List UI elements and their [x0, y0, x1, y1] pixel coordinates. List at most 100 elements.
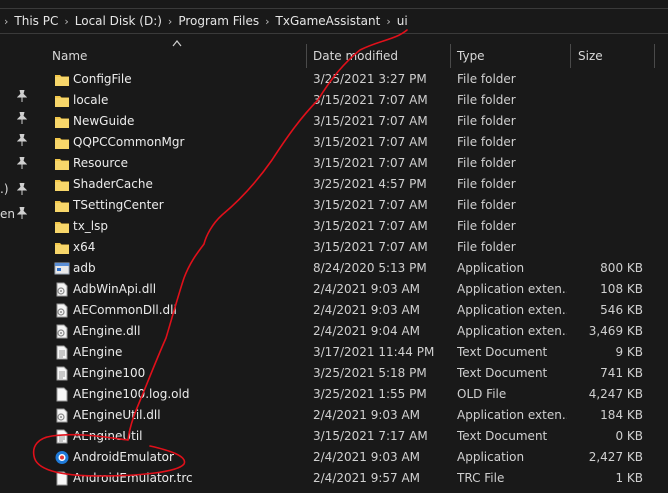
file-name: AEngineUtil — [73, 429, 143, 443]
file-size: 741 KB — [600, 366, 643, 380]
chevron-right-icon: › — [386, 14, 391, 28]
file-name: QQPCCommonMgr — [73, 135, 185, 149]
file-icon — [54, 387, 70, 402]
navigation-pane[interactable]: .) en — [0, 36, 34, 480]
column-divider[interactable] — [450, 44, 451, 68]
file-type: File folder — [457, 240, 516, 254]
file-date-modified: 2/4/2021 9:03 AM — [313, 303, 421, 317]
file-size: 2,427 KB — [588, 450, 643, 464]
file-row[interactable]: AEngine.dll 2/4/2021 9:04 AM Application e… — [44, 321, 668, 342]
column-header-date-modified[interactable]: Date modified — [313, 44, 398, 68]
file-icon — [54, 471, 70, 486]
folder-icon — [54, 240, 70, 255]
file-name: AECommonDll.dll — [73, 303, 177, 317]
file-size: 4,247 KB — [588, 387, 643, 401]
dll-icon — [54, 282, 70, 297]
column-divider[interactable] — [654, 44, 655, 68]
file-row[interactable]: AndroidEmulator 2/4/2021 9:03 AM Applicati… — [44, 447, 668, 468]
pin-icon[interactable] — [17, 157, 27, 169]
file-name: AdbWinApi.dll — [73, 282, 157, 296]
column-headers: Name Date modified Type Size — [44, 40, 668, 68]
file-name: TSettingCenter — [73, 198, 164, 212]
file-row[interactable]: AEngineUtil 3/15/2021 7:17 AM Text Documen… — [44, 426, 668, 447]
file-row[interactable]: QQPCCommonMgr 3/15/2021 7:07 AM File folde… — [44, 132, 668, 153]
folder-icon — [54, 219, 70, 234]
pin-icon[interactable] — [17, 90, 27, 102]
file-type: Application exten... — [457, 282, 567, 296]
file-date-modified: 2/4/2021 9:03 AM — [313, 450, 421, 464]
file-date-modified: 3/15/2021 7:07 AM — [313, 198, 428, 212]
file-name: Resource — [73, 156, 129, 170]
dll-icon — [54, 408, 70, 423]
file-type: File folder — [457, 177, 516, 191]
file-row[interactable]: AEngineUtil.dll 2/4/2021 9:03 AM Applicati… — [44, 405, 668, 426]
file-type: File folder — [457, 135, 516, 149]
file-type: File folder — [457, 198, 516, 212]
app-icon — [54, 261, 70, 276]
file-row[interactable]: AEngine100.log.old 3/25/2021 1:55 PM OLD F… — [44, 384, 668, 405]
chevron-right-icon: › — [4, 14, 9, 28]
dll-icon — [54, 303, 70, 318]
pin-icon[interactable] — [17, 134, 27, 146]
file-name: ShaderCache — [73, 177, 153, 191]
file-name: tx_lsp — [73, 219, 109, 233]
chevron-right-icon: › — [64, 14, 69, 28]
chevron-right-icon: › — [265, 14, 270, 28]
file-date-modified: 8/24/2020 5:13 PM — [313, 261, 427, 275]
column-header-size[interactable]: Size — [578, 44, 603, 68]
file-row[interactable]: AdbWinApi.dll 2/4/2021 9:03 AM Application… — [44, 279, 668, 300]
file-row[interactable]: AECommonDll.dll 2/4/2021 9:03 AM Applicati… — [44, 300, 668, 321]
pin-icon[interactable] — [17, 183, 27, 195]
file-date-modified: 2/4/2021 9:57 AM — [313, 471, 421, 485]
file-date-modified: 2/4/2021 9:03 AM — [313, 408, 421, 422]
file-list: ConfigFile 3/25/2021 3:27 PM File folder lo… — [44, 69, 668, 489]
file-row[interactable]: AEngine 3/17/2021 11:44 PM Text Document 9 … — [44, 342, 668, 363]
file-date-modified: 3/17/2021 11:44 PM — [313, 345, 435, 359]
file-row[interactable]: AEngine100 3/25/2021 5:18 PM Text Document… — [44, 363, 668, 384]
folder-icon — [54, 72, 70, 87]
file-row[interactable]: NewGuide 3/15/2021 7:07 AM File folder — [44, 111, 668, 132]
file-type: OLD File — [457, 387, 507, 401]
text-file-icon — [54, 366, 70, 381]
address-bar[interactable]: › This PC › Local Disk (D:) › Program Fi… — [0, 8, 668, 34]
breadcrumb-this-pc[interactable]: This PC — [14, 14, 58, 28]
column-header-name[interactable]: Name — [52, 44, 87, 68]
file-row[interactable]: AndroidEmulator.trc 2/4/2021 9:57 AM TRC F… — [44, 468, 668, 489]
file-row[interactable]: TSettingCenter 3/15/2021 7:07 AM File fold… — [44, 195, 668, 216]
breadcrumb-txgameassistant[interactable]: TxGameAssistant — [276, 14, 381, 28]
file-row[interactable]: ConfigFile 3/25/2021 3:27 PM File folder — [44, 69, 668, 90]
file-type: File folder — [457, 114, 516, 128]
file-date-modified: 3/25/2021 4:57 PM — [313, 177, 427, 191]
file-name: adb — [73, 261, 96, 275]
column-divider[interactable] — [306, 44, 307, 68]
file-row[interactable]: locale 3/15/2021 7:07 AM File folder — [44, 90, 668, 111]
pin-icon[interactable] — [17, 207, 27, 219]
column-header-type[interactable]: Type — [457, 44, 485, 68]
file-date-modified: 3/25/2021 3:27 PM — [313, 72, 427, 86]
file-name: AEngine100 — [73, 366, 146, 380]
breadcrumb-local-disk[interactable]: Local Disk (D:) — [75, 14, 162, 28]
pin-icon[interactable] — [17, 112, 27, 124]
file-row[interactable]: ShaderCache 3/25/2021 4:57 PM File folder — [44, 174, 668, 195]
file-type: File folder — [457, 72, 516, 86]
nav-item-fragment[interactable]: .) — [0, 182, 9, 196]
file-size: 184 KB — [600, 408, 643, 422]
chevron-right-icon: › — [167, 14, 173, 28]
text-file-icon — [54, 345, 70, 360]
file-type: File folder — [457, 156, 516, 170]
nav-item-fragment[interactable]: en — [0, 207, 15, 221]
file-row[interactable]: x64 3/15/2021 7:07 AM File folder — [44, 237, 668, 258]
file-size: 800 KB — [600, 261, 643, 275]
breadcrumb-ui[interactable]: ui — [397, 14, 408, 28]
file-size: 546 KB — [600, 303, 643, 317]
file-row[interactable]: Resource 3/15/2021 7:07 AM File folder — [44, 153, 668, 174]
breadcrumb-program-files[interactable]: Program Files — [178, 14, 259, 28]
file-name: AEngine100.log.old — [73, 387, 190, 401]
dll-icon — [54, 324, 70, 339]
file-type: File folder — [457, 93, 516, 107]
file-row[interactable]: tx_lsp 3/15/2021 7:07 AM File folder — [44, 216, 668, 237]
file-size: 1 KB — [615, 471, 643, 485]
file-row[interactable]: adb 8/24/2020 5:13 PM Application 800 KB — [44, 258, 668, 279]
file-type: Application exten... — [457, 324, 567, 338]
column-divider[interactable] — [570, 44, 571, 68]
